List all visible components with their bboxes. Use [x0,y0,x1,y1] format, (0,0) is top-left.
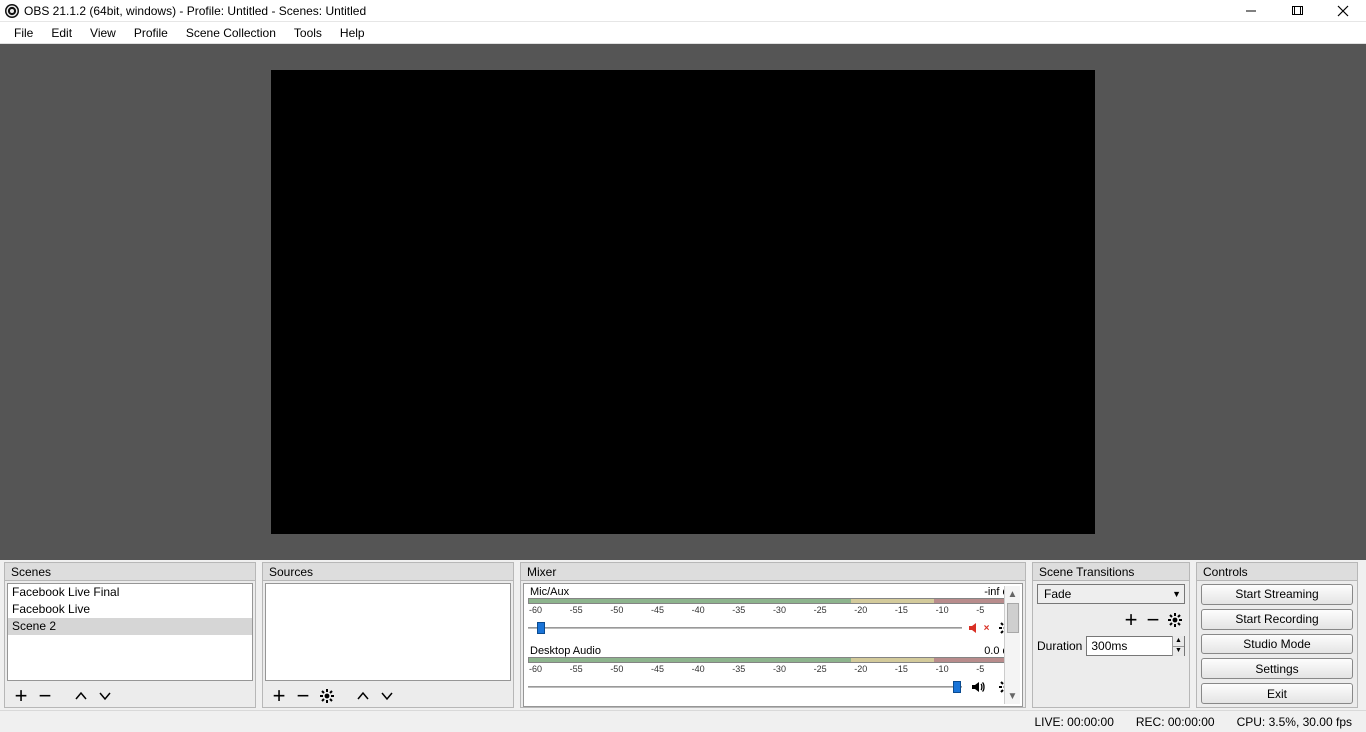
source-down-button[interactable] [375,685,399,707]
close-button[interactable] [1320,0,1366,22]
channel-name: Desktop Audio [530,645,601,657]
meter-ticks: -60-55-50-45-40-35-30-25-20-15-10-50 [528,664,1018,674]
scroll-thumb[interactable] [1007,603,1019,633]
add-transition-button[interactable]: + [1121,610,1141,630]
scenes-dock: Scenes Facebook Live Final Facebook Live… [4,562,256,708]
status-bar: LIVE: 00:00:00 REC: 00:00:00 CPU: 3.5%, … [0,710,1366,732]
remove-source-button[interactable]: − [291,685,315,707]
menu-tools[interactable]: Tools [286,24,330,42]
scroll-up-icon[interactable]: ▲ [1005,586,1021,602]
controls-dock: Controls Start Streaming Start Recording… [1196,562,1358,708]
mixer-body: Mic/Aux -inf dB -60-55-50-45-40-35-30-25… [523,583,1023,707]
scene-up-button[interactable] [69,685,93,707]
settings-button[interactable]: Settings [1201,658,1353,679]
transitions-dock: Scene Transitions Fade ▼ + − Duration ▲ [1032,562,1190,708]
scene-down-button[interactable] [93,685,117,707]
volume-slider[interactable] [528,680,962,694]
menu-file[interactable]: File [6,24,41,42]
minimize-button[interactable] [1228,0,1274,22]
scene-item[interactable]: Facebook Live Final [8,584,252,601]
controls-header[interactable]: Controls [1197,563,1357,581]
app-icon [4,3,20,19]
meter-ticks: -60-55-50-45-40-35-30-25-20-15-10-50 [528,605,1018,615]
volume-slider[interactable] [528,621,962,635]
add-scene-button[interactable]: + [9,685,33,707]
source-up-button[interactable] [351,685,375,707]
window-title: OBS 21.1.2 (64bit, windows) - Profile: U… [24,4,366,18]
transition-value: Fade [1044,587,1071,601]
stepper-down-icon[interactable]: ▼ [1172,647,1184,657]
remove-scene-button[interactable]: − [33,685,57,707]
docks-row: Scenes Facebook Live Final Facebook Live… [0,560,1366,710]
transitions-header[interactable]: Scene Transitions [1033,563,1189,581]
studio-mode-button[interactable]: Studio Mode [1201,634,1353,655]
mixer-channel: Desktop Audio 0.0 dB -60-55-50-45-40-35-… [528,645,1018,698]
transition-select[interactable]: Fade ▼ [1037,584,1185,604]
remove-transition-button[interactable]: − [1143,610,1163,630]
mixer-dock: Mixer Mic/Aux -inf dB -60-55-50-45-40-35… [520,562,1026,708]
status-live: LIVE: 00:00:00 [1034,715,1113,729]
scroll-down-icon[interactable]: ▼ [1005,688,1021,704]
preview-area [0,44,1366,560]
start-recording-button[interactable]: Start Recording [1201,609,1353,630]
audio-meter [528,598,1018,604]
menu-view[interactable]: View [82,24,124,42]
duration-stepper[interactable]: ▲ ▼ [1086,636,1185,656]
menu-bar: File Edit View Profile Scene Collection … [0,22,1366,44]
stepper-up-icon[interactable]: ▲ [1172,636,1184,647]
sources-dock: Sources + − [262,562,514,708]
menu-edit[interactable]: Edit [43,24,80,42]
mute-icon[interactable]: × [966,617,990,639]
duration-label: Duration [1037,639,1082,653]
mixer-scrollbar[interactable]: ▲ ▼ [1004,586,1020,704]
chevron-down-icon: ▼ [1172,589,1181,599]
sources-list[interactable] [265,583,511,681]
title-bar: OBS 21.1.2 (64bit, windows) - Profile: U… [0,0,1366,22]
source-properties-button[interactable] [315,685,339,707]
audio-meter [528,657,1018,663]
mixer-header[interactable]: Mixer [521,563,1025,581]
duration-input[interactable] [1087,637,1172,655]
scene-item[interactable]: Facebook Live [8,601,252,618]
speaker-icon[interactable] [966,676,990,698]
add-source-button[interactable]: + [267,685,291,707]
mixer-channel: Mic/Aux -inf dB -60-55-50-45-40-35-30-25… [528,586,1018,639]
exit-button[interactable]: Exit [1201,683,1353,704]
scenes-toolbar: + − [5,683,255,707]
start-streaming-button[interactable]: Start Streaming [1201,584,1353,605]
scene-item[interactable]: Scene 2 [8,618,252,635]
sources-toolbar: + − [263,683,513,707]
maximize-button[interactable] [1274,0,1320,22]
status-cpu: CPU: 3.5%, 30.00 fps [1237,715,1352,729]
menu-profile[interactable]: Profile [126,24,176,42]
preview-canvas[interactable] [271,70,1095,534]
menu-help[interactable]: Help [332,24,373,42]
channel-name: Mic/Aux [530,586,569,598]
sources-header[interactable]: Sources [263,563,513,581]
transition-properties-button[interactable] [1165,610,1185,630]
scenes-list[interactable]: Facebook Live Final Facebook Live Scene … [7,583,253,681]
scenes-header[interactable]: Scenes [5,563,255,581]
status-rec: REC: 00:00:00 [1136,715,1215,729]
menu-scene-collection[interactable]: Scene Collection [178,24,284,42]
